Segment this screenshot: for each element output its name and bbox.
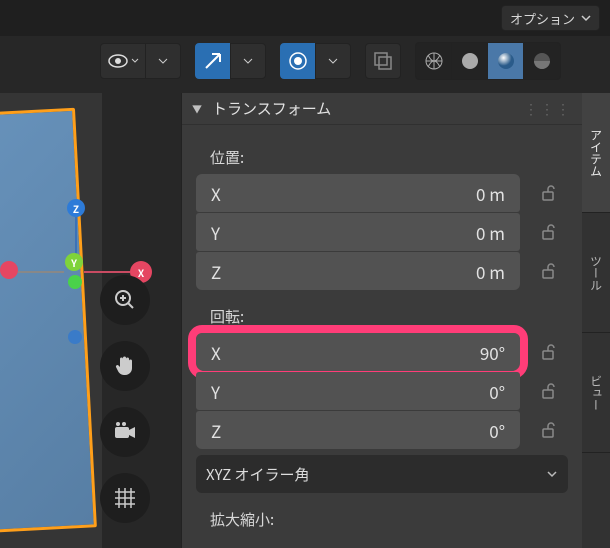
unlock-icon xyxy=(539,421,557,439)
camera-icon xyxy=(112,419,138,445)
rotation-z-field[interactable]: Z 0° xyxy=(196,411,520,449)
options-dropdown[interactable]: オプション xyxy=(501,5,600,31)
gizmo-axis-z[interactable]: Z xyxy=(67,199,85,217)
viewport[interactable]: Z Y X xyxy=(0,93,102,548)
location-y-field[interactable]: Y 0 m xyxy=(196,213,520,251)
transform-panel: ▼ トランスフォーム ⋮⋮⋮ 位置: X 0 m Y 0 m Z 0 m xyxy=(181,93,582,548)
shading-wireframe[interactable] xyxy=(416,43,452,79)
chevron-down-icon xyxy=(546,468,558,480)
rotation-mode-dropdown[interactable]: XYZ オイラー角 xyxy=(196,455,568,493)
panel-header[interactable]: ▼ トランスフォーム ⋮⋮⋮ xyxy=(182,93,582,125)
disclosure-triangle-icon: ▼ xyxy=(192,101,202,116)
xray-icon xyxy=(372,50,394,72)
rotation-y-field[interactable]: Y 0° xyxy=(196,372,520,410)
chevron-down-icon xyxy=(158,56,168,66)
pan-button[interactable] xyxy=(100,341,150,391)
unlock-icon xyxy=(539,382,557,400)
chevron-down-icon xyxy=(581,13,591,23)
tab-view[interactable]: ビュー xyxy=(582,333,610,453)
lock-location-z[interactable] xyxy=(528,262,568,280)
lock-rotation-x[interactable] xyxy=(528,343,568,361)
sphere-material-icon xyxy=(495,50,517,72)
shading-solid[interactable] xyxy=(452,43,488,79)
unlock-icon xyxy=(539,184,557,202)
sphere-wire-icon xyxy=(423,50,445,72)
tab-tool[interactable]: ツール xyxy=(582,213,610,333)
chevron-down-icon xyxy=(131,57,139,65)
shading-rendered[interactable] xyxy=(524,43,560,79)
location-y-value: 0 m xyxy=(220,220,505,245)
axis-label: X xyxy=(211,340,221,365)
gizmo-toggle[interactable] xyxy=(195,43,266,79)
axis-label: Y xyxy=(211,379,220,404)
overlay-toggle[interactable] xyxy=(280,43,351,79)
location-x-value: 0 m xyxy=(221,181,505,206)
rotation-x-value: 90° xyxy=(221,340,505,365)
gizmo-axis-neg-z[interactable] xyxy=(68,330,82,344)
location-z-value: 0 m xyxy=(221,259,505,284)
xray-toggle[interactable] xyxy=(365,43,401,79)
unlock-icon xyxy=(539,223,557,241)
gizmo-line-neg xyxy=(18,271,64,273)
lock-rotation-y[interactable] xyxy=(528,382,568,400)
zoom-icon xyxy=(112,287,138,313)
location-x-field[interactable]: X 0 m xyxy=(196,174,520,212)
rotation-z-value: 0° xyxy=(221,418,505,443)
location-label: 位置: xyxy=(210,147,568,168)
axis-label: Z xyxy=(211,418,221,443)
chevron-down-icon xyxy=(328,56,338,66)
chevron-down-icon xyxy=(243,56,253,66)
rotation-x-field[interactable]: X 90° xyxy=(196,333,520,371)
gizmo-axis-neg-x[interactable] xyxy=(0,261,18,279)
lock-rotation-z[interactable] xyxy=(528,421,568,439)
arrow-icon xyxy=(202,50,224,72)
sphere-solid-icon xyxy=(459,50,481,72)
axis-label: Z xyxy=(211,259,221,284)
lock-location-x[interactable] xyxy=(528,184,568,202)
drag-grip-icon[interactable]: ⋮⋮⋮ xyxy=(524,99,572,119)
eye-icon xyxy=(107,52,129,70)
unlock-icon xyxy=(539,343,557,361)
rotation-label: 回転: xyxy=(210,306,568,327)
axis-label: Y xyxy=(211,220,220,245)
axis-label: X xyxy=(211,181,221,206)
panel-title: トランスフォーム xyxy=(212,98,514,119)
scale-label: 拡大縮小: xyxy=(210,509,568,530)
gizmo-axis-y[interactable]: Y xyxy=(65,253,83,271)
gizmo-line-z xyxy=(75,217,77,257)
unlock-icon xyxy=(539,262,557,280)
visibility-dropdown[interactable] xyxy=(100,43,181,79)
lock-location-y[interactable] xyxy=(528,223,568,241)
shading-material[interactable] xyxy=(488,43,524,79)
camera-button[interactable] xyxy=(100,407,150,457)
sphere-rendered-icon xyxy=(531,50,553,72)
zoom-button[interactable] xyxy=(100,275,150,325)
grid-icon xyxy=(112,485,138,511)
overlay-icon xyxy=(287,50,309,72)
location-z-field[interactable]: Z 0 m xyxy=(196,252,520,290)
hand-icon xyxy=(112,353,138,379)
rotation-y-value: 0° xyxy=(220,379,505,404)
rotation-mode-value: XYZ オイラー角 xyxy=(206,464,310,485)
options-label: オプション xyxy=(510,9,575,28)
gizmo-line-x xyxy=(84,271,130,273)
selected-object[interactable] xyxy=(0,108,97,535)
perspective-button[interactable] xyxy=(100,473,150,523)
gizmo-axis-neg-y[interactable] xyxy=(68,275,82,289)
tab-item[interactable]: アイテム xyxy=(582,93,610,213)
